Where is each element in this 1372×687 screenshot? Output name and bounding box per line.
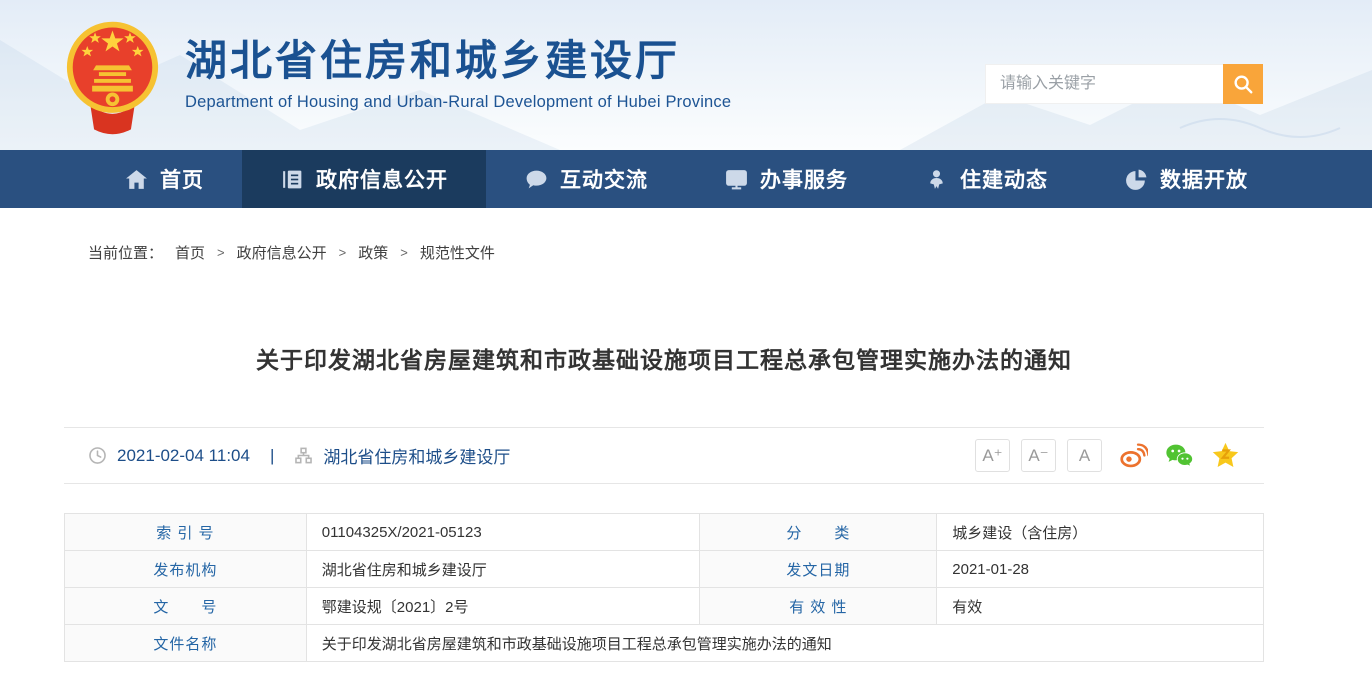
search-button[interactable] — [1223, 64, 1263, 104]
search-icon — [1232, 73, 1254, 95]
pie-chart-icon — [1124, 167, 1149, 192]
breadcrumb-item-government-info[interactable]: 政府信息公开 — [237, 242, 327, 263]
publish-date: 2021-02-04 11:04 — [117, 446, 250, 466]
breadcrumb-item-policy[interactable]: 政策 — [358, 242, 388, 263]
weibo-share-icon[interactable] — [1119, 441, 1148, 470]
table-row: 文件名称 关于印发湖北省房屋建筑和市政基础设施项目工程总承包管理实施办法的通知 — [65, 625, 1264, 662]
source-organization: 湖北省住房和城乡建设厅 — [323, 443, 510, 468]
field-value-index-number: 01104325X/2021-05123 — [306, 514, 700, 551]
site-subtitle: Department of Housing and Urban-Rural De… — [185, 93, 731, 112]
chat-bubble-icon — [524, 167, 549, 192]
field-value-validity: 有效 — [937, 588, 1264, 625]
field-value-issuing-agency: 湖北省住房和城乡建设厅 — [306, 551, 700, 588]
nav-item-interaction[interactable]: 互动交流 — [486, 150, 686, 208]
field-label-index-number: 索 引 号 — [65, 514, 307, 551]
table-row: 发布机构 湖北省住房和城乡建设厅 发文日期 2021-01-28 — [65, 551, 1264, 588]
article-meta-bar: 2021-02-04 11:04 | 湖北省住房和城乡建设厅 A⁺ A⁻ A — [64, 427, 1264, 484]
nav-item-government-info[interactable]: 政府信息公开 — [242, 150, 486, 208]
meta-separator: | — [270, 446, 274, 466]
search-bar — [985, 64, 1263, 104]
field-label-category: 分 类 — [700, 514, 937, 551]
main-content: 当前位置： 首页 > 政府信息公开 > 政策 > 规范性文件 关于印发湖北省房屋… — [64, 208, 1264, 662]
person-badge-icon — [924, 167, 949, 192]
article-title: 关于印发湖北省房屋建筑和市政基础设施项目工程总承包管理实施办法的通知 — [64, 341, 1264, 375]
field-label-document-name: 文件名称 — [65, 625, 307, 662]
field-value-document-number: 鄂建设规〔2021〕2号 — [306, 588, 700, 625]
site-header: 湖北省住房和城乡建设厅 Department of Housing and Ur… — [0, 0, 1372, 150]
nav-item-home[interactable]: 首页 — [86, 150, 242, 208]
table-row: 索 引 号 01104325X/2021-05123 分 类 城乡建设（含住房） — [65, 514, 1264, 551]
clock-icon — [88, 446, 107, 465]
field-label-validity: 有 效 性 — [700, 588, 937, 625]
font-size-reset-button[interactable]: A — [1067, 439, 1102, 472]
nav-item-label: 数据开放 — [1160, 164, 1248, 194]
home-icon — [124, 167, 149, 192]
document-icon — [280, 167, 305, 192]
breadcrumb-label: 当前位置： — [88, 242, 163, 263]
national-emblem-logo — [64, 16, 161, 138]
breadcrumb-item-normative-documents[interactable]: 规范性文件 — [420, 242, 495, 263]
field-value-issue-date: 2021-01-28 — [937, 551, 1264, 588]
field-value-document-name: 关于印发湖北省房屋建筑和市政基础设施项目工程总承包管理实施办法的通知 — [306, 625, 1263, 662]
field-label-document-number: 文 号 — [65, 588, 307, 625]
table-row: 文 号 鄂建设规〔2021〕2号 有 效 性 有效 — [65, 588, 1264, 625]
font-size-increase-button[interactable]: A⁺ — [975, 439, 1010, 472]
font-size-decrease-button[interactable]: A⁻ — [1021, 439, 1056, 472]
field-value-category: 城乡建设（含住房） — [937, 514, 1264, 551]
nav-item-services[interactable]: 办事服务 — [686, 150, 886, 208]
organization-icon — [294, 446, 313, 465]
breadcrumb-separator: > — [217, 245, 225, 260]
nav-item-label: 政府信息公开 — [316, 164, 448, 194]
document-metadata-table: 索 引 号 01104325X/2021-05123 分 类 城乡建设（含住房）… — [64, 513, 1264, 662]
main-navigation: 首页 政府信息公开 互动交流 办事服务 — [0, 150, 1372, 208]
site-title: 湖北省住房和城乡建设厅 — [185, 38, 731, 84]
qzone-share-icon[interactable] — [1211, 441, 1240, 470]
breadcrumb-separator: > — [339, 245, 347, 260]
wechat-share-icon[interactable] — [1165, 441, 1194, 470]
field-label-issuing-agency: 发布机构 — [65, 551, 307, 588]
nav-item-open-data[interactable]: 数据开放 — [1086, 150, 1286, 208]
nav-item-label: 办事服务 — [760, 164, 848, 194]
search-input[interactable] — [985, 64, 1223, 104]
nav-item-label: 住建动态 — [960, 164, 1048, 194]
nav-item-label: 首页 — [160, 164, 204, 194]
nav-item-news[interactable]: 住建动态 — [886, 150, 1086, 208]
nav-item-label: 互动交流 — [560, 164, 648, 194]
breadcrumb-separator: > — [400, 245, 408, 260]
breadcrumb: 当前位置： 首页 > 政府信息公开 > 政策 > 规范性文件 — [64, 208, 1264, 263]
breadcrumb-item-home[interactable]: 首页 — [175, 242, 205, 263]
field-label-issue-date: 发文日期 — [700, 551, 937, 588]
monitor-icon — [724, 167, 749, 192]
